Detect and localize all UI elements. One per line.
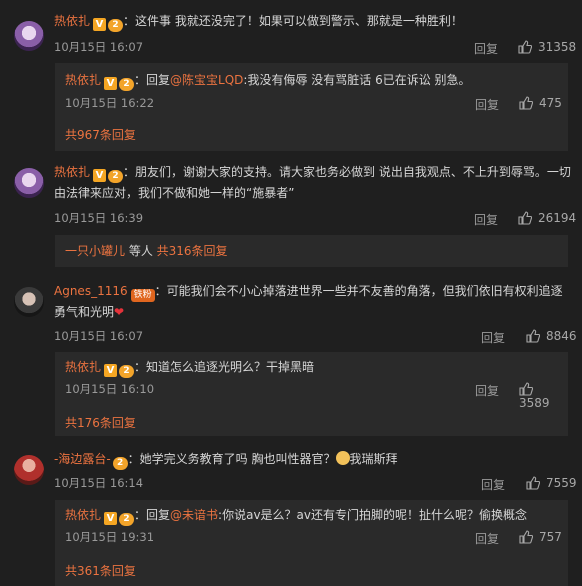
timestamp: 10月15日 16:22 xyxy=(65,96,155,110)
like-button[interactable]: 757 xyxy=(519,530,562,544)
heart-icon: ❤ xyxy=(114,305,125,319)
reply-text: :我没有侮辱 没有骂脏话 6已在诉讼 别急。 xyxy=(243,73,471,87)
username[interactable]: 热依扎 xyxy=(65,360,101,374)
like-button[interactable]: 3589 xyxy=(519,382,568,410)
like-count: 475 xyxy=(539,96,562,110)
like-count: 3589 xyxy=(519,396,550,410)
more-replies-link[interactable]: 共176条回复 xyxy=(65,414,136,431)
timestamp: 10月15日 16:10 xyxy=(65,382,155,396)
username[interactable]: Agnes_1116 xyxy=(54,284,128,298)
thumbs-up-icon xyxy=(526,476,541,490)
verified-icon: V xyxy=(104,77,118,90)
reply-button[interactable]: 回复 xyxy=(475,96,499,113)
medal-icon: 2 xyxy=(108,170,124,183)
praying-hands-icon xyxy=(335,451,350,465)
comment-body: Agnes_1116 铁粉 ：可能我们会不小心掉落进世界一些并不友善的角落，但我们依… xyxy=(54,281,574,323)
like-count: 7559 xyxy=(546,476,577,490)
like-count: 757 xyxy=(539,530,562,544)
avatar[interactable] xyxy=(14,455,44,485)
like-button[interactable]: 31358 xyxy=(518,40,576,54)
timestamp: 10月15日 19:31 xyxy=(65,530,155,544)
reply-button[interactable]: 回复 xyxy=(474,211,498,228)
comment-body: 热依扎 V 2 ：朋友们，谢谢大家的支持。请大家也务必做到 说出自我观点、不上升到辱骂… xyxy=(54,162,574,204)
more-replies-link[interactable]: 共361条回复 xyxy=(65,562,136,579)
comment-text: ：可能我们会不小心掉落进世界一些并不友善的角落，但我们依旧有权利追逐勇气和光明 xyxy=(54,284,563,319)
comment-text: ：朋友们，谢谢大家的支持。请大家也务必做到 说出自我观点、不上升到辱骂。一切由法… xyxy=(54,165,571,200)
reply-text: :你说av是么？av还有专门拍脚的呢！扯什么呢？偷换概念 xyxy=(218,508,528,522)
like-button[interactable]: 475 xyxy=(519,96,562,110)
more-replies-row: 一只小罐儿 等人 共316条回复 xyxy=(65,242,228,260)
avatar[interactable] xyxy=(14,168,44,198)
verified-icon: V xyxy=(93,169,107,182)
timestamp: 10月15日 16:07 xyxy=(54,40,144,54)
avatar[interactable] xyxy=(14,287,44,317)
reply-thread: 热依扎 V 2 ：回复@未谙书:你说av是么？av还有专门拍脚的呢！扯什么呢？偷换概念… xyxy=(55,500,568,586)
reply-thread: 热依扎 V 2 ：回复@陈宝宝LQD:我没有侮辱 没有骂脏话 6已在诉讼 别急。 10… xyxy=(55,63,568,151)
verified-icon: V xyxy=(104,364,118,377)
thumbs-up-icon xyxy=(518,40,533,54)
avatar[interactable] xyxy=(14,21,44,51)
username[interactable]: 热依扎 xyxy=(54,14,90,28)
medal-icon: 2 xyxy=(119,78,135,91)
more-replies-link[interactable]: 共967条回复 xyxy=(65,126,136,143)
username[interactable]: 热依扎 xyxy=(54,165,90,179)
medal-icon: 2 xyxy=(108,19,124,32)
username[interactable]: 热依扎 xyxy=(65,508,101,522)
mention-link[interactable]: @陈宝宝LQD xyxy=(170,73,243,87)
reply-body: 热依扎 V 2 ：回复@未谙书:你说av是么？av还有专门拍脚的呢！扯什么呢？偷换概念 xyxy=(65,506,527,526)
mention-link[interactable]: @未谙书 xyxy=(170,508,218,522)
reply-button[interactable]: 回复 xyxy=(481,476,505,493)
thumbs-up-icon xyxy=(519,530,534,544)
like-count: 8846 xyxy=(546,329,577,343)
reply-button[interactable]: 回复 xyxy=(475,382,499,399)
verified-icon: V xyxy=(104,512,118,525)
more-replies-link[interactable]: 共316条回复 xyxy=(157,244,228,258)
reply-thread: 一只小罐儿 等人 共316条回复 xyxy=(55,235,568,267)
reply-button[interactable]: 回复 xyxy=(475,530,499,547)
reply-prefix: ：回复 xyxy=(134,73,171,87)
comment-text-tail: 我瑞斯拜 xyxy=(349,452,398,466)
timestamp: 10月15日 16:14 xyxy=(54,476,144,490)
username[interactable]: 一只小罐儿 xyxy=(65,244,125,258)
thumbs-up-icon xyxy=(518,211,533,225)
comment-text: ：这件事 我就还没完了！如果可以做到警示、那就是一种胜利！ xyxy=(123,14,463,28)
reply-others-label: 等人 xyxy=(125,244,157,258)
comment-body: 热依扎 V 2 ：这件事 我就还没完了！如果可以做到警示、那就是一种胜利！ xyxy=(54,12,463,32)
reply-body: 热依扎 V 2 ：知道怎么追逐光明么？干掉黑暗 xyxy=(65,358,314,378)
username[interactable]: -海边露台- xyxy=(54,452,111,466)
reply-button[interactable]: 回复 xyxy=(481,329,505,346)
like-count: 31358 xyxy=(538,40,577,54)
reply-thread: 热依扎 V 2 ：知道怎么追逐光明么？干掉黑暗 10月15日 16:10 回复 358… xyxy=(55,352,568,436)
medal-icon: 2 xyxy=(112,457,128,470)
like-count: 26194 xyxy=(538,211,577,225)
thumbs-up-icon xyxy=(519,96,534,110)
verified-icon: V xyxy=(93,18,107,31)
fan-badge: 铁粉 xyxy=(130,289,155,302)
reply-prefix: ：回复 xyxy=(134,508,171,522)
timestamp: 10月15日 16:39 xyxy=(54,211,144,225)
medal-icon: 2 xyxy=(119,365,135,378)
timestamp: 10月15日 16:07 xyxy=(54,329,144,343)
reply-text: ：知道怎么追逐光明么？干掉黑暗 xyxy=(134,360,315,374)
thumbs-up-icon xyxy=(526,329,541,343)
like-button[interactable]: 7559 xyxy=(526,476,577,490)
comment-text: ：她学完义务教育了吗 胸也叫性器官？ xyxy=(127,452,336,466)
like-button[interactable]: 8846 xyxy=(526,329,577,343)
medal-icon: 2 xyxy=(119,513,135,526)
like-button[interactable]: 26194 xyxy=(518,211,576,225)
reply-body: 热依扎 V 2 ：回复@陈宝宝LQD:我没有侮辱 没有骂脏话 6已在诉讼 别急。 xyxy=(65,71,471,91)
thumbs-up-icon xyxy=(519,382,534,396)
reply-button[interactable]: 回复 xyxy=(474,40,498,57)
comment-body: -海边露台- 2 ：她学完义务教育了吗 胸也叫性器官？ 我瑞斯拜 xyxy=(54,450,398,470)
username[interactable]: 热依扎 xyxy=(65,73,101,87)
